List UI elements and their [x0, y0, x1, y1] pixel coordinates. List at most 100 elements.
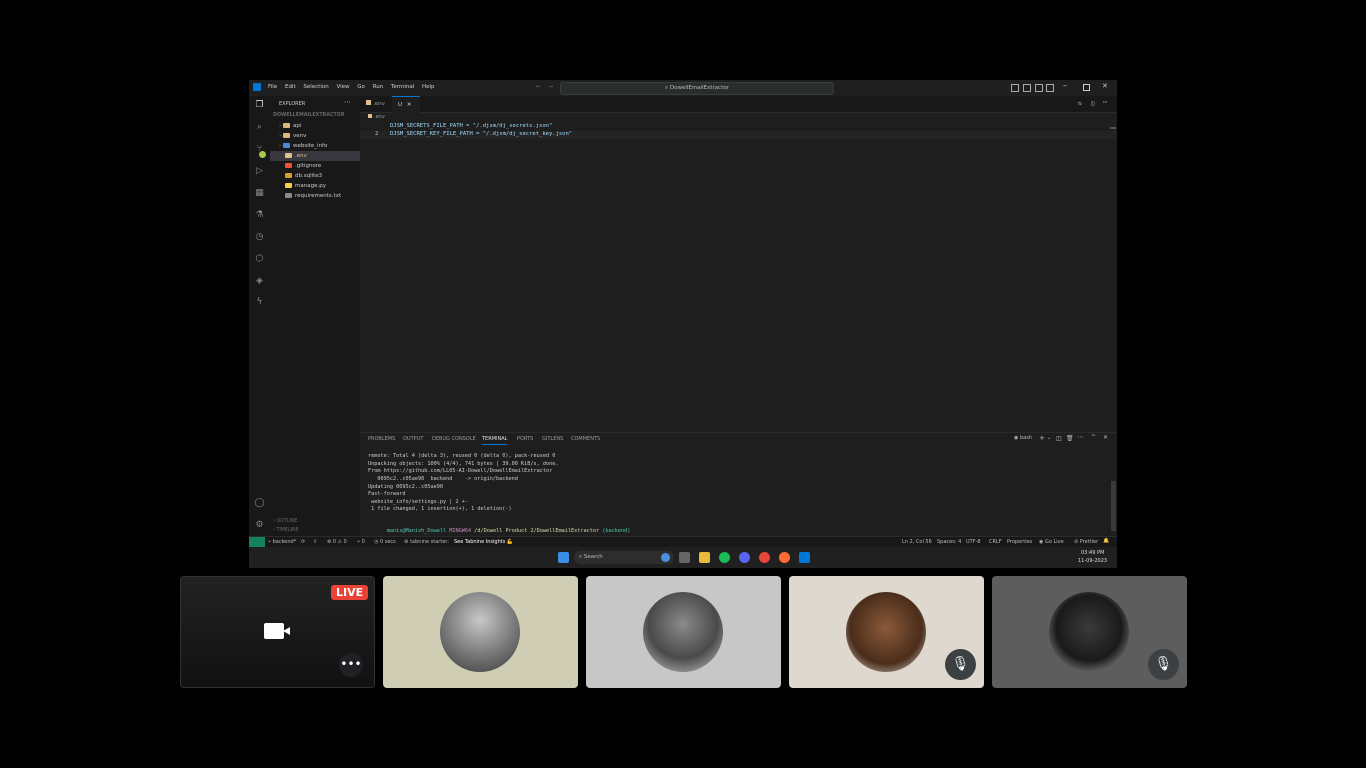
split-editor-icon[interactable]: ◫: [1091, 100, 1095, 107]
prettier-indicator[interactable]: ⊘ Prettier: [1074, 539, 1098, 545]
more-actions-icon[interactable]: ⋯: [344, 98, 351, 106]
extensions-icon[interactable]: ▦: [254, 188, 265, 199]
breadcrumb[interactable]: .env: [368, 114, 385, 120]
participant-tile[interactable]: 🎙: [992, 576, 1187, 688]
menu-file[interactable]: File: [268, 84, 277, 90]
task-view-icon[interactable]: [679, 552, 690, 563]
menu-go[interactable]: Go: [357, 84, 365, 90]
command-center-search[interactable]: ⌕ DowellEmailExtractor: [560, 82, 834, 95]
participant-tile[interactable]: [586, 576, 781, 688]
terminal-shell-selector[interactable]: ◉ bash: [1014, 435, 1032, 441]
terminal-line: 1 file changed, 1 insertion(+), 1 deleti…: [368, 506, 512, 512]
tab-ports[interactable]: PORTS: [517, 436, 533, 442]
docker-icon[interactable]: ◈: [254, 276, 265, 287]
search-icon[interactable]: ⌕: [254, 122, 265, 133]
outline-section[interactable]: › OUTLINE: [273, 519, 297, 524]
more-options-icon[interactable]: •••: [339, 653, 363, 677]
participant-tile[interactable]: 🎙: [789, 576, 984, 688]
tab-env-inactive[interactable]: .env: [360, 96, 394, 112]
remote-indicator-icon[interactable]: [249, 537, 265, 547]
tabnine-insights[interactable]: See Tabnine Insights 💪: [454, 539, 513, 545]
tab-debug-console[interactable]: DEBUG CONSOLE: [432, 436, 476, 442]
windows-start-icon[interactable]: [558, 552, 569, 563]
participant-tile[interactable]: [383, 576, 578, 688]
toggle-sidebar-icon[interactable]: [1011, 84, 1019, 92]
cursor-position[interactable]: Ln 2, Col 56: [902, 539, 932, 545]
close-window-icon[interactable]: ✕: [1102, 82, 1108, 90]
minimize-icon[interactable]: –: [1063, 81, 1067, 90]
coding-time[interactable]: ◷ 0 secs: [374, 539, 396, 545]
trash-icon[interactable]: 🗑: [1066, 435, 1074, 442]
code-line-2[interactable]: DJSM_SECRET_KEY_FILE_PATH = "/.djsm/dj_s…: [390, 131, 572, 137]
notifications-bell-icon[interactable]: 🔔: [1103, 538, 1109, 544]
vscode-taskbar-icon[interactable]: [799, 552, 810, 563]
new-terminal-icon[interactable]: +: [1039, 434, 1045, 442]
problems-indicator[interactable]: ⊗ 0 ⚠ 0: [327, 539, 347, 545]
brave-icon[interactable]: [779, 552, 790, 563]
env-file-icon: [285, 153, 292, 158]
minimap-slider[interactable]: [1110, 127, 1116, 129]
code-line-1[interactable]: DJSM_SECRETS_FILE_PATH = "/.djsm/dj_secr…: [390, 123, 552, 129]
account-icon[interactable]: ◯: [254, 498, 265, 509]
chrome-icon[interactable]: [759, 552, 770, 563]
sync-icon[interactable]: ⟳: [301, 539, 305, 545]
tab-gitlens[interactable]: GITLENS: [542, 436, 563, 442]
encoding[interactable]: UTF-8: [966, 539, 981, 545]
branch-indicator[interactable]: ⑂ backend*: [268, 539, 296, 545]
file-explorer-icon[interactable]: [699, 552, 710, 563]
maximize-panel-icon[interactable]: ^: [1091, 434, 1096, 441]
go-live-button[interactable]: ◉ Go Live: [1039, 539, 1064, 545]
taskbar-date[interactable]: 11-09-2023: [1078, 558, 1107, 564]
tab-terminal[interactable]: TERMINAL: [482, 436, 508, 445]
gitlens-icon[interactable]: ⬡: [254, 254, 265, 265]
tab-output[interactable]: OUTPUT: [403, 436, 423, 442]
timeline-section[interactable]: › TIMELINE: [273, 528, 299, 533]
indentation[interactable]: Spaces: 4: [937, 539, 961, 545]
customize-layout-icon[interactable]: [1046, 84, 1054, 92]
tab-env-active[interactable]: U ✕: [392, 96, 420, 113]
terminal-scrollbar[interactable]: [1111, 481, 1116, 531]
discord-icon[interactable]: [739, 552, 750, 563]
toggle-secondary-sidebar-icon[interactable]: [1035, 84, 1043, 92]
compare-icon[interactable]: ⇆: [1078, 100, 1082, 107]
menu-edit[interactable]: Edit: [285, 84, 296, 90]
spotify-icon[interactable]: [719, 552, 730, 563]
menu-run[interactable]: Run: [373, 84, 384, 90]
maximize-icon[interactable]: [1083, 84, 1090, 91]
explorer-icon[interactable]: ❐: [254, 100, 265, 111]
tabnine-status[interactable]: ⚙ tabnine starter:: [404, 539, 449, 545]
presenter-tile[interactable]: LIVE •••: [180, 576, 375, 688]
menu-selection[interactable]: Selection: [303, 84, 328, 90]
tab-problems[interactable]: PROBLEMS: [368, 436, 395, 442]
tab-comments[interactable]: COMMENTS: [571, 436, 600, 442]
settings-gear-icon[interactable]: ⚙: [254, 520, 265, 531]
project-header[interactable]: DOWELLEMAILEXTRACTOR: [273, 113, 345, 118]
menu-view[interactable]: View: [336, 84, 349, 90]
toggle-panel-icon[interactable]: [1023, 84, 1031, 92]
folder-icon: [282, 143, 290, 148]
run-debug-icon[interactable]: ▷: [254, 166, 265, 177]
ports-indicator[interactable]: ⑂ 0: [357, 539, 365, 545]
bing-icon[interactable]: [661, 553, 670, 562]
live-share-icon[interactable]: ϟ: [254, 297, 265, 308]
properties-indicator[interactable]: Properties: [1007, 539, 1032, 545]
menu-help[interactable]: Help: [422, 84, 435, 90]
taskbar-time[interactable]: 03:49 PM: [1081, 550, 1104, 556]
forward-arrow-icon[interactable]: →: [548, 83, 553, 90]
tree-folder-venv[interactable]: › venv: [270, 131, 369, 141]
taskbar-search[interactable]: ⌕ Search: [574, 551, 674, 564]
close-panel-icon[interactable]: ✕: [1103, 434, 1108, 441]
panel-more-icon[interactable]: ⋯: [1077, 433, 1084, 441]
back-arrow-icon[interactable]: ←: [536, 83, 541, 90]
tree-folder-api[interactable]: › api: [270, 121, 369, 131]
menu-terminal[interactable]: Terminal: [391, 84, 414, 90]
editor-more-icon[interactable]: ⋯: [1103, 98, 1107, 106]
chevron-down-icon[interactable]: ⌄: [1047, 435, 1051, 441]
publish-icon[interactable]: ⇪: [313, 539, 317, 545]
close-tab-icon[interactable]: ✕: [407, 102, 412, 108]
testing-icon[interactable]: ⚗: [254, 210, 265, 221]
split-terminal-icon[interactable]: ◫: [1056, 435, 1062, 442]
tree-folder-website-info[interactable]: › website_info: [270, 141, 369, 151]
remote-explorer-icon[interactable]: ◷: [254, 232, 265, 243]
line-ending[interactable]: CRLF: [989, 539, 1002, 545]
